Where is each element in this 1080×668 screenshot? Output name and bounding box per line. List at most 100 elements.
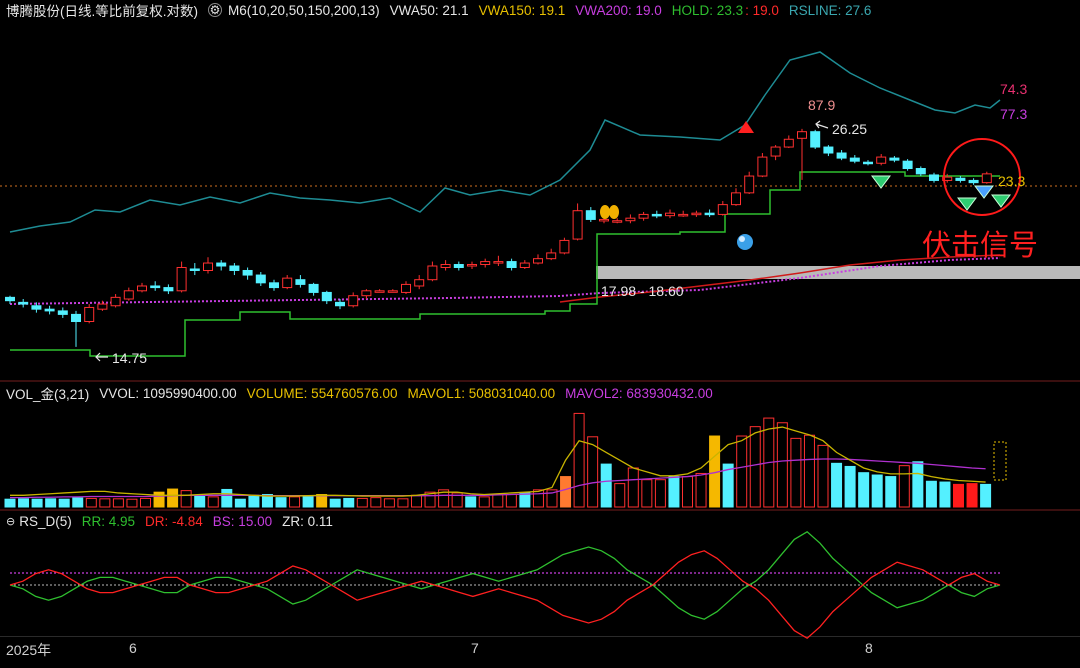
candle-body <box>440 264 451 268</box>
candle-body <box>467 264 477 267</box>
volume-bar <box>939 481 951 508</box>
candle-body <box>863 161 873 165</box>
x-label-june: 6 <box>129 640 137 656</box>
volume-bar <box>234 498 246 508</box>
candle-body <box>387 290 398 293</box>
candle-body <box>585 210 596 220</box>
chart-canvas[interactable] <box>0 0 1080 668</box>
volume-bar <box>858 472 870 508</box>
volume-bar <box>831 462 843 508</box>
candle-body <box>849 157 860 162</box>
candle-body <box>229 265 240 271</box>
candle-body <box>282 277 293 289</box>
dr-line <box>9 550 1001 640</box>
candle-body <box>453 264 464 268</box>
high-arrow-icon <box>815 120 829 129</box>
volume-bar <box>600 463 612 508</box>
candle-body <box>137 285 147 292</box>
candle-body <box>348 295 359 307</box>
volume-bar <box>898 465 910 508</box>
candle-body <box>255 274 266 284</box>
volume-bar <box>126 498 138 508</box>
volume-bar <box>343 497 355 508</box>
candle-body <box>665 212 675 217</box>
candle-body <box>335 301 345 307</box>
x-label-august: 8 <box>865 640 873 656</box>
volume-bar <box>749 426 761 508</box>
candle-body <box>559 239 570 254</box>
low-price-label: 14.75 <box>112 350 148 366</box>
candle-body <box>612 220 623 223</box>
candle-body <box>110 296 121 307</box>
volume-bar <box>925 480 937 508</box>
candle-body <box>717 204 728 215</box>
candle-body <box>163 287 174 292</box>
volume-bar <box>356 497 368 508</box>
volume-bar <box>844 465 856 508</box>
candle-body <box>797 131 807 139</box>
candle-body <box>968 179 979 184</box>
volume-bar <box>519 492 531 508</box>
rs-right-label-2: 77.3 <box>1000 106 1028 122</box>
volume-bar <box>803 434 815 508</box>
candle-body <box>374 290 385 293</box>
volume-bar <box>397 498 409 508</box>
volume-bar <box>478 496 490 508</box>
volume-bar <box>45 498 57 508</box>
volume-bar <box>871 474 883 508</box>
diamond-icon <box>871 175 891 189</box>
candle-body <box>519 262 530 268</box>
volume-bar <box>329 498 341 508</box>
candle-body <box>955 177 966 181</box>
candle-body <box>625 217 636 222</box>
volume-bar <box>627 467 639 508</box>
candle-body <box>889 157 900 161</box>
volume-bar <box>790 437 802 508</box>
last-bar-box <box>993 441 1007 481</box>
volume-bar <box>912 461 924 508</box>
candle-body <box>876 156 887 164</box>
candle-body <box>401 283 411 293</box>
candle-body <box>981 173 992 184</box>
volume-bar <box>194 494 206 508</box>
volume-bar <box>532 489 544 508</box>
candle-body <box>295 279 306 285</box>
candle-body <box>5 296 15 302</box>
volume-bar <box>953 483 964 508</box>
candle-body <box>744 175 755 194</box>
x-label-july: 7 <box>471 640 479 656</box>
volume-bar <box>275 497 287 508</box>
candle-body <box>361 290 372 297</box>
volume-bar <box>112 498 124 508</box>
candle-body <box>150 285 161 289</box>
volume-bar <box>4 498 16 508</box>
rr-line <box>9 530 1001 620</box>
candle-body <box>546 252 557 260</box>
candle-body <box>176 266 187 292</box>
volume-bar <box>302 495 314 508</box>
volume-bar <box>140 497 151 508</box>
volume-bar <box>505 494 517 508</box>
candle-body <box>731 192 741 206</box>
volume-bar <box>383 498 395 508</box>
volume-bar <box>411 494 422 508</box>
volume-bar <box>465 496 477 508</box>
candle-body <box>414 279 425 287</box>
candle-body <box>321 291 332 302</box>
volume-bar <box>560 476 572 508</box>
candle-body <box>770 146 781 157</box>
price-tag: 23.3 <box>998 173 1026 189</box>
candle-body <box>203 262 213 271</box>
signal-text: 伏击信号 <box>922 230 1039 262</box>
volume-bar <box>72 497 84 508</box>
volume-bar <box>736 435 748 508</box>
low-arrow-icon <box>95 352 108 362</box>
volume-bar <box>316 494 328 508</box>
volume-bar <box>980 483 992 508</box>
candle-body <box>71 313 81 323</box>
volume-bar <box>99 498 111 508</box>
volume-bar <box>289 496 301 508</box>
candle-body <box>929 174 939 181</box>
volume-bar <box>370 497 382 508</box>
candle-body <box>18 301 29 305</box>
